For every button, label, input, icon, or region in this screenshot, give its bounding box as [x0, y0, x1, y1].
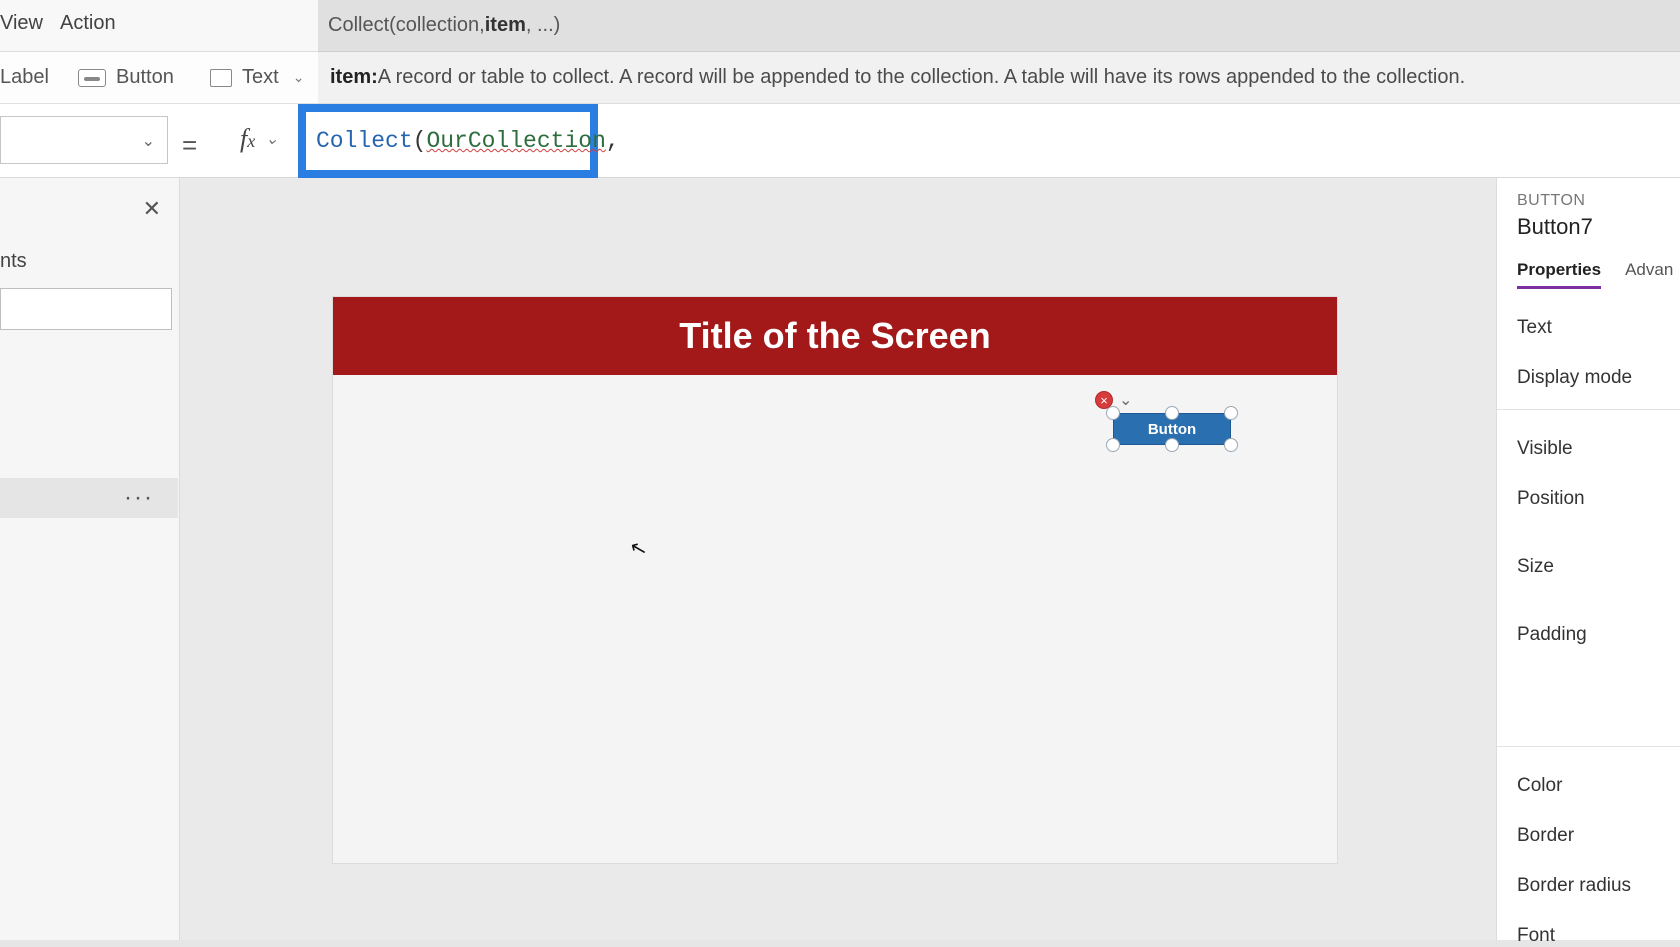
resize-handle-s[interactable]	[1165, 438, 1179, 452]
resize-handle-ne[interactable]	[1224, 406, 1238, 420]
menu-action[interactable]: Action	[60, 12, 116, 35]
resize-handle-sw[interactable]	[1106, 438, 1120, 452]
menu-view[interactable]: View	[0, 12, 43, 35]
chevron-down-icon: ⌄	[265, 129, 278, 149]
resize-handle-se[interactable]	[1224, 438, 1238, 452]
control-menu-chevron-icon[interactable]: ⌄	[1119, 390, 1132, 410]
tab-advanced[interactable]: Advan	[1625, 260, 1673, 289]
resize-handle-nw[interactable]	[1106, 406, 1120, 420]
formula-token-arg: OurCollection	[426, 128, 605, 154]
chevron-down-icon: ⌄	[293, 69, 305, 86]
sig-suffix: , ...)	[526, 14, 560, 37]
text-icon	[210, 69, 232, 87]
prop-color[interactable]: Color	[1517, 775, 1680, 797]
property-dropdown[interactable]: ⌄	[0, 116, 168, 164]
prop-font[interactable]: Font	[1517, 925, 1680, 947]
divider	[1497, 409, 1680, 410]
formula-highlight: Collect ( OurCollection ,	[298, 104, 598, 178]
tree-search-input[interactable]	[0, 288, 172, 330]
screen-title-bar[interactable]: Title of the Screen	[333, 297, 1337, 375]
sig-current-param: item	[485, 14, 526, 37]
insert-button[interactable]: Button	[78, 66, 174, 89]
prop-border-radius[interactable]: Border radius	[1517, 875, 1680, 897]
insert-text[interactable]: Text ⌄	[210, 66, 304, 89]
formula-input[interactable]: Collect ( OurCollection ,	[306, 112, 590, 170]
param-help-desc: A record or table to collect. A record w…	[378, 66, 1465, 89]
screen-canvas[interactable]: Title of the Screen × ⌄ Button	[332, 296, 1338, 864]
properties-panel: BUTTON Button7 Properties Advan Text Dis…	[1496, 178, 1680, 940]
close-icon[interactable]: ✕	[143, 196, 161, 222]
insert-text-label: Text	[242, 66, 279, 89]
sig-prefix: Collect(collection,	[328, 14, 485, 37]
prop-visible[interactable]: Visible	[1517, 438, 1680, 460]
prop-border[interactable]: Border	[1517, 825, 1680, 847]
canvas-area: Title of the Screen × ⌄ Button ↖	[180, 178, 1496, 940]
formula-token-paren: (	[413, 128, 427, 154]
control-kind: BUTTON	[1517, 192, 1680, 210]
tree-header: nts	[0, 250, 27, 273]
properties-tabs: Properties Advan	[1517, 260, 1680, 289]
insert-button-label: Button	[116, 66, 174, 89]
formula-token-fn: Collect	[316, 128, 413, 154]
divider	[1497, 746, 1680, 747]
param-help: item: A record or table to collect. A re…	[318, 52, 1680, 104]
equals-sign: =	[182, 130, 197, 161]
resize-handle-n[interactable]	[1165, 406, 1179, 420]
prop-text[interactable]: Text	[1517, 317, 1680, 339]
intellisense-signature: Collect(collection, item , ...)	[318, 0, 1680, 52]
prop-padding[interactable]: Padding	[1517, 624, 1680, 646]
more-icon[interactable]: ···	[124, 484, 154, 512]
insert-label[interactable]: Label	[0, 66, 49, 89]
button-icon	[78, 69, 106, 87]
tree-view-panel: ✕ nts ···	[0, 178, 180, 940]
selected-button-text: Button	[1148, 421, 1196, 438]
prop-position[interactable]: Position	[1517, 488, 1680, 510]
prop-size[interactable]: Size	[1517, 556, 1680, 578]
control-name[interactable]: Button7	[1517, 214, 1680, 240]
fx-button[interactable]: fx ⌄	[240, 124, 279, 154]
tree-selected-row[interactable]: ···	[0, 478, 178, 518]
screen-title: Title of the Screen	[679, 315, 990, 357]
param-help-lead: item:	[330, 66, 378, 89]
tab-properties[interactable]: Properties	[1517, 260, 1601, 289]
fx-icon: fx	[240, 124, 255, 154]
chevron-down-icon: ⌄	[142, 131, 155, 151]
formula-token-tail: ,	[606, 128, 620, 154]
prop-display-mode[interactable]: Display mode	[1517, 367, 1680, 389]
